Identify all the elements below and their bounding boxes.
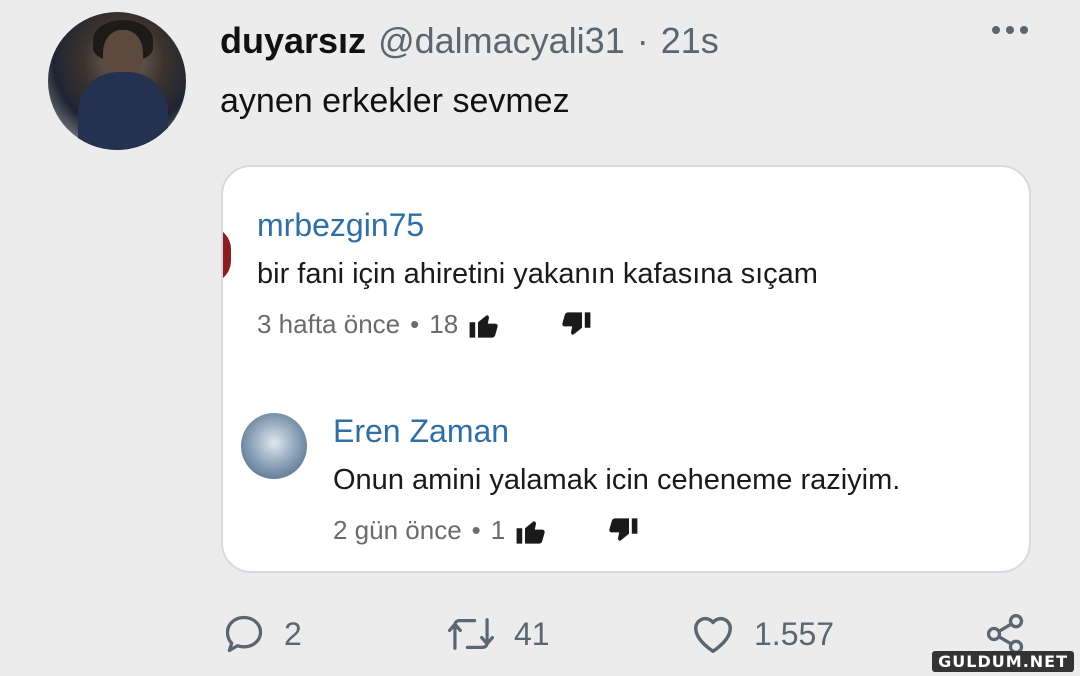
reply-button[interactable]: 2 [222, 612, 302, 656]
more-horizontal-icon [992, 26, 1000, 34]
comment2-meta: 2 gün önce • 1 [333, 515, 900, 546]
comment2-likes: 1 [490, 515, 506, 545]
tweet-header: duyarsız @dalmacyali31 · 21s [220, 20, 719, 62]
reply-count: 2 [284, 615, 302, 652]
comment2-avatar [241, 413, 307, 479]
comment1-dot: • [410, 309, 420, 339]
reply-icon [225, 615, 263, 653]
separator-dot: · [636, 20, 649, 61]
share-button[interactable] [982, 612, 1028, 656]
comment-2: Eren Zaman Onun amini yalamak icin cehen… [333, 413, 900, 546]
comment2-text: Onun amini yalamak icin ceheneme raziyim… [333, 464, 901, 496]
comment2-author: Eren Zaman [333, 413, 510, 449]
avatar-jacket [78, 72, 168, 150]
comment-1: mrbezgin75 bir fani için ahiretini yakan… [257, 207, 818, 340]
retweet-count: 41 [514, 615, 550, 652]
comment1-text: bir fani için ahiretini yakanın kafasına… [257, 258, 818, 290]
watermark: GULDUM.NET [932, 651, 1074, 672]
thumbs-up-icon [515, 517, 549, 545]
thumbs-down-icon [605, 517, 639, 545]
comment1-time: 3 hafta önce [257, 309, 401, 339]
more-button[interactable] [992, 26, 1028, 34]
comment2-dot: • [471, 515, 481, 545]
thumbs-down-icon [558, 311, 592, 339]
comment1-author: mrbezgin75 [257, 207, 425, 243]
retweet-button[interactable]: 41 [446, 612, 550, 656]
tweet-text: aynen erkekler sevmez [220, 82, 570, 120]
like-count: 1.557 [754, 615, 835, 652]
tweet-actions: 2 41 1.557 [0, 612, 1080, 662]
tweet-time[interactable]: 21s [661, 20, 719, 62]
embedded-image-card[interactable]: mrbezgin75 bir fani için ahiretini yakan… [221, 165, 1031, 573]
comment1-avatar-clipped [223, 227, 231, 283]
comment1-meta: 3 hafta önce • 18 [257, 309, 818, 340]
heart-icon [694, 616, 732, 653]
comment2-time: 2 gün önce [333, 515, 462, 545]
retweet-icon [447, 618, 495, 650]
like-button[interactable]: 1.557 [690, 612, 834, 656]
share-icon [986, 614, 1024, 654]
avatar[interactable] [48, 12, 186, 150]
author-name[interactable]: duyarsız [220, 20, 366, 62]
comment1-likes: 18 [429, 309, 459, 339]
author-handle[interactable]: @dalmacyali31 [378, 20, 625, 62]
thumbs-up-icon [468, 311, 502, 339]
